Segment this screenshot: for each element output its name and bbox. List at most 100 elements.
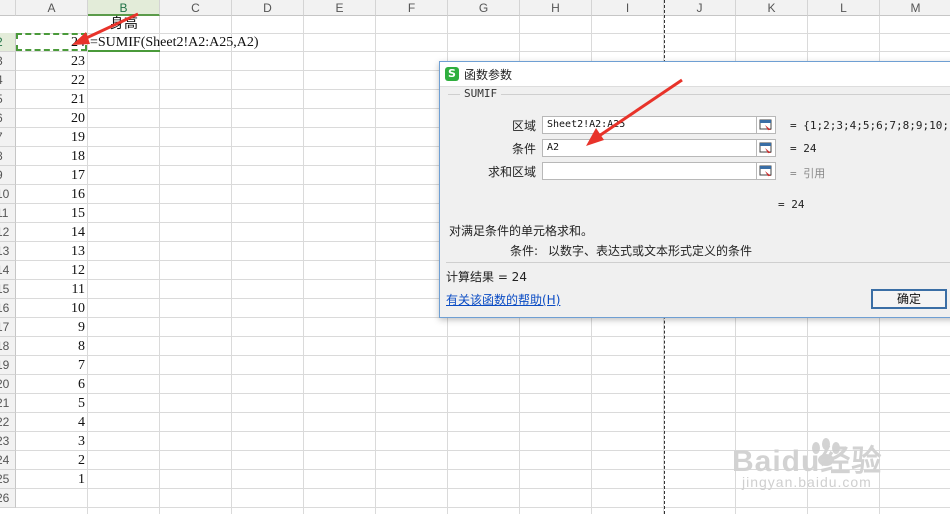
param-description: 以数字、表达式或文本形式定义的条件 bbox=[548, 244, 753, 258]
cell-a12[interactable]: 14 bbox=[16, 223, 88, 242]
row-header-15[interactable]: 15 bbox=[0, 280, 16, 299]
dialog-title: 函数参数 bbox=[464, 68, 513, 82]
row-header-19[interactable]: 19 bbox=[0, 356, 16, 375]
select-all-corner[interactable] bbox=[0, 0, 16, 16]
cell-a13[interactable]: 13 bbox=[16, 242, 88, 261]
row-header-8[interactable]: 8 bbox=[0, 147, 16, 166]
sum-range-result: = 引用 bbox=[790, 167, 826, 180]
range-result: = {1;2;3;4;5;6;7;8;9;10;11;1 bbox=[790, 119, 950, 132]
cell-a18[interactable]: 8 bbox=[16, 337, 88, 356]
function-name: SUMIF bbox=[460, 87, 502, 100]
row-header-11[interactable]: 11 bbox=[0, 204, 16, 223]
cell-a16[interactable]: 10 bbox=[16, 299, 88, 318]
row-header-20[interactable]: 20 bbox=[0, 375, 16, 394]
grid-vline bbox=[159, 16, 160, 514]
row-header-21[interactable]: 21 bbox=[0, 394, 16, 413]
cell-a10[interactable]: 16 bbox=[16, 185, 88, 204]
reference-marquee-a2 bbox=[16, 33, 87, 51]
row-header-26[interactable]: 26 bbox=[0, 489, 16, 508]
collapse-dialog-icon[interactable] bbox=[756, 163, 774, 179]
column-header-f[interactable]: F bbox=[376, 0, 448, 16]
collapse-dialog-icon[interactable] bbox=[756, 140, 774, 156]
row-header-22[interactable]: 22 bbox=[0, 413, 16, 432]
column-header-a[interactable]: A bbox=[16, 0, 88, 16]
column-header-l[interactable]: L bbox=[808, 0, 880, 16]
criteria-result: = 24 bbox=[790, 142, 817, 155]
row-header-12[interactable]: 12 bbox=[0, 223, 16, 242]
grid-vline bbox=[303, 16, 304, 514]
grid-hline bbox=[16, 393, 950, 394]
sum-range-input[interactable] bbox=[542, 162, 776, 180]
collapse-dialog-icon[interactable] bbox=[756, 117, 774, 133]
ok-button[interactable]: 确定 bbox=[871, 289, 947, 309]
row-header-17[interactable]: 17 bbox=[0, 318, 16, 337]
function-description: 对满足条件的单元格求和。 bbox=[449, 224, 594, 238]
arg-label-sum-range: 求和区域 bbox=[487, 165, 536, 179]
wps-spreadsheet-icon: S bbox=[445, 67, 459, 81]
row-header-2[interactable]: 2 bbox=[0, 33, 16, 52]
cell-a6[interactable]: 20 bbox=[16, 109, 88, 128]
cell-a7[interactable]: 19 bbox=[16, 128, 88, 147]
arg-label-range: 区域 bbox=[511, 119, 536, 133]
param-desc-label: 条件: bbox=[510, 244, 539, 258]
criteria-input[interactable]: A2 bbox=[542, 139, 776, 157]
row-header-16[interactable]: 16 bbox=[0, 299, 16, 318]
cell-a17[interactable]: 9 bbox=[16, 318, 88, 337]
column-header-m[interactable]: M bbox=[880, 0, 950, 16]
row-header-3[interactable]: 3 bbox=[0, 52, 16, 71]
row-header-7[interactable]: 7 bbox=[0, 128, 16, 147]
cell-a4[interactable]: 22 bbox=[16, 71, 88, 90]
row-header-13[interactable]: 13 bbox=[0, 242, 16, 261]
column-header-c[interactable]: C bbox=[160, 0, 232, 16]
cell-a8[interactable]: 18 bbox=[16, 147, 88, 166]
cell-a21[interactable]: 5 bbox=[16, 394, 88, 413]
column-header-e[interactable]: E bbox=[304, 0, 376, 16]
row-header-23[interactable]: 23 bbox=[0, 432, 16, 451]
arg-label-criteria: 条件 bbox=[511, 142, 536, 156]
grid-hline bbox=[16, 374, 950, 375]
cell-a11[interactable]: 15 bbox=[16, 204, 88, 223]
cell-b1[interactable]: 身高 bbox=[88, 16, 160, 34]
column-header-b[interactable]: B bbox=[88, 0, 160, 16]
cell-a5[interactable]: 21 bbox=[16, 90, 88, 109]
row-header-25[interactable]: 25 bbox=[0, 470, 16, 489]
row-header-5[interactable]: 5 bbox=[0, 90, 16, 109]
baidu-watermark: Baidu经验 jingyan.baidu.com bbox=[728, 432, 928, 502]
cell-a20[interactable]: 6 bbox=[16, 375, 88, 394]
column-header-i[interactable]: I bbox=[592, 0, 664, 16]
function-help-link[interactable]: 有关该函数的帮助(H) bbox=[446, 291, 560, 308]
column-header-k[interactable]: K bbox=[736, 0, 808, 16]
cell-a24[interactable]: 2 bbox=[16, 451, 88, 470]
row-header-14[interactable]: 14 bbox=[0, 261, 16, 280]
cell-b2-formula[interactable]: =SUMIF(Sheet2!A2:A25,A2) bbox=[90, 34, 259, 52]
cell-a15[interactable]: 11 bbox=[16, 280, 88, 299]
row-header-6[interactable]: 6 bbox=[0, 109, 16, 128]
watermark-url: jingyan.baidu.com bbox=[742, 474, 872, 490]
cell-a22[interactable]: 4 bbox=[16, 413, 88, 432]
row-header-18[interactable]: 18 bbox=[0, 337, 16, 356]
grid-hline bbox=[16, 412, 950, 413]
cell-a19[interactable]: 7 bbox=[16, 356, 88, 375]
calc-result: 计算结果 = 24 bbox=[446, 270, 527, 284]
grid-vline bbox=[231, 16, 232, 514]
range-input[interactable]: Sheet2!A2:A25 bbox=[542, 116, 776, 134]
cell-a9[interactable]: 17 bbox=[16, 166, 88, 185]
dialog-titlebar[interactable]: S 函数参数 bbox=[440, 62, 950, 87]
cell-a3[interactable]: 23 bbox=[16, 52, 88, 71]
column-header-d[interactable]: D bbox=[232, 0, 304, 16]
function-arguments-dialog: S 函数参数 SUMIF 区域 Sheet2!A2:A25 = {1;2;3;4… bbox=[439, 61, 950, 318]
column-header-h[interactable]: H bbox=[520, 0, 592, 16]
grid-hline bbox=[16, 355, 950, 356]
cell-a23[interactable]: 3 bbox=[16, 432, 88, 451]
divider bbox=[446, 262, 950, 263]
row-header-4[interactable]: 4 bbox=[0, 71, 16, 90]
formula-result: = 24 bbox=[778, 198, 805, 211]
grid-hline bbox=[16, 336, 950, 337]
cell-a14[interactable]: 12 bbox=[16, 261, 88, 280]
row-header-24[interactable]: 24 bbox=[0, 451, 16, 470]
column-header-j[interactable]: J bbox=[664, 0, 736, 16]
row-header-10[interactable]: 10 bbox=[0, 185, 16, 204]
row-header-9[interactable]: 9 bbox=[0, 166, 16, 185]
column-header-g[interactable]: G bbox=[448, 0, 520, 16]
cell-a25[interactable]: 1 bbox=[16, 470, 88, 489]
